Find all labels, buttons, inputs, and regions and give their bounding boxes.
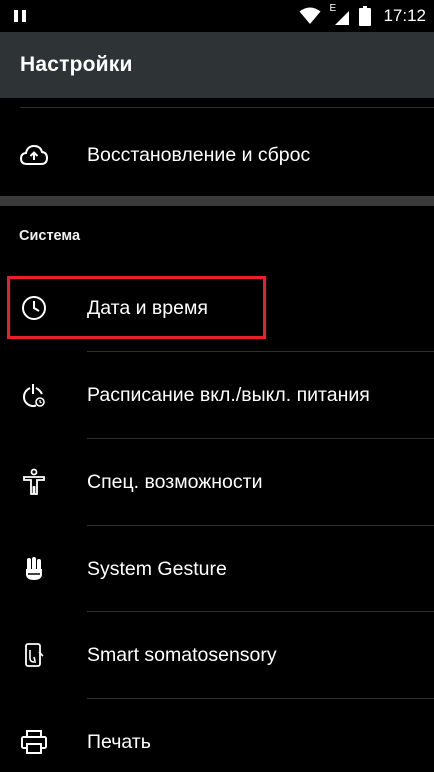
highlight-box [7, 276, 266, 339]
settings-list: Восстановление и сброс Система Дата и вр… [0, 98, 434, 772]
power-schedule-icon [20, 381, 48, 409]
settings-item-smart-somatosensory[interactable]: Smart somatosensory [0, 612, 434, 698]
cloud-upload-icon [20, 141, 48, 169]
status-time: 17:12 [383, 6, 426, 25]
signal-icon: E [329, 3, 351, 27]
app-toolbar: Настройки [0, 32, 434, 98]
printer-icon [20, 728, 48, 756]
page-title: Настройки [20, 53, 133, 76]
settings-item-label: System Gesture [87, 557, 227, 580]
settings-item-accessibility[interactable]: Спец. возможности [0, 439, 434, 525]
pause-icon [12, 8, 28, 24]
settings-item-label: Восстановление и сброс [87, 143, 311, 166]
settings-item-power-schedule[interactable]: Расписание вкл./выкл. питания [0, 352, 434, 438]
battery-icon [359, 6, 372, 26]
settings-item-label: Расписание вкл./выкл. питания [87, 383, 370, 406]
accessibility-icon [20, 468, 48, 496]
settings-item-restore-reset[interactable]: Восстановление и сброс [0, 112, 434, 198]
section-header-system: Система [19, 228, 81, 244]
status-bar: E 17:12 [0, 0, 434, 32]
gesture-hand-icon [20, 555, 48, 583]
settings-item-label: Smart somatosensory [87, 643, 277, 666]
settings-item-label: Спец. возможности [87, 470, 263, 493]
divider [20, 107, 434, 108]
section-divider [0, 196, 434, 206]
settings-item-system-gesture[interactable]: System Gesture [0, 526, 434, 612]
somatosensory-icon [20, 641, 48, 669]
settings-item-print[interactable]: Печать [0, 699, 434, 772]
settings-item-label: Печать [87, 730, 151, 753]
wifi-icon [299, 7, 321, 25]
